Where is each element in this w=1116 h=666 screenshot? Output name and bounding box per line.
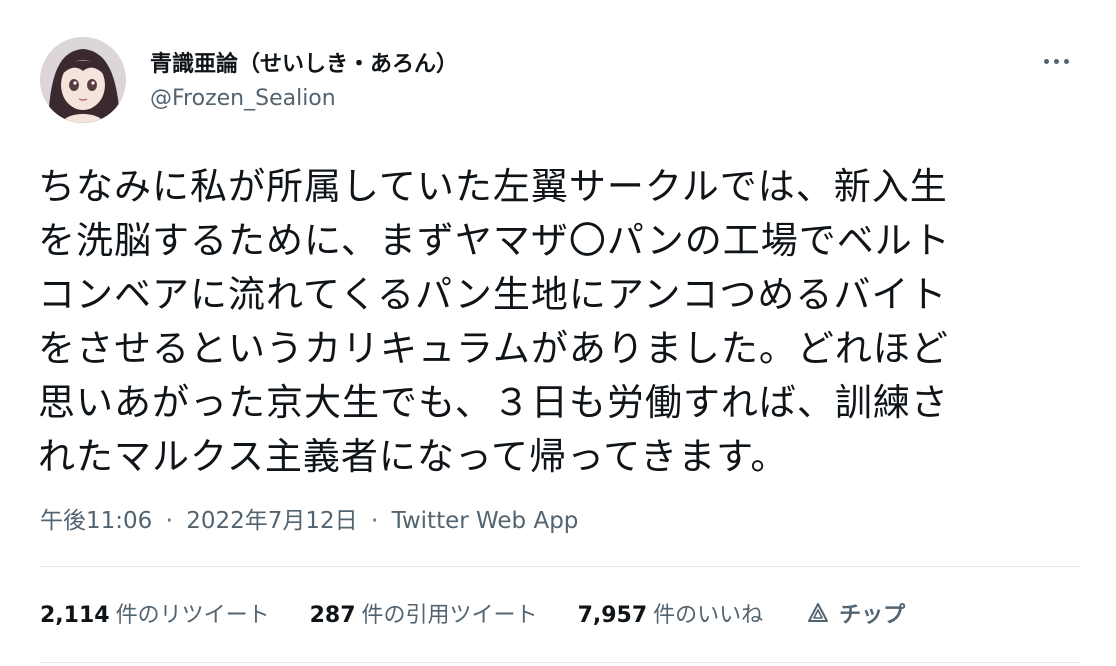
tweet-time[interactable]: 午後11:06 [40, 508, 152, 534]
quote-count-label: 件の引用ツイート [361, 603, 538, 628]
like-count-label: 件のいいね [653, 603, 764, 628]
user-handle[interactable]: @Frozen_Sealion [150, 86, 336, 111]
meta-separator: · [165, 508, 173, 534]
more-options-icon[interactable] [1044, 52, 1078, 70]
tweet-text-line: れたマルクス主義者になって帰ってきます。 [38, 435, 789, 478]
like-count-number: 7,957 [577, 603, 648, 628]
tip-icon [808, 603, 829, 622]
quote-count-number: 287 [309, 603, 356, 628]
avatar[interactable] [40, 37, 126, 123]
tweet-card: 青識亜論（せいしき・あろん） @Frozen_Sealion ちなみに私が所属し… [0, 0, 1116, 666]
tweet-source[interactable]: Twitter Web App [392, 508, 579, 534]
tweet-date[interactable]: 2022年7月12日 [186, 508, 357, 534]
tweet-text-line: コンベアに流れてくるパン生地にアンコつめるバイト [38, 273, 948, 316]
tweet-text-line: ちなみに私が所属していた左翼サークルでは、新入生 [38, 165, 948, 208]
tip-label: チップ [839, 603, 906, 628]
tip-button[interactable]: チップ [807, 597, 905, 629]
divider [40, 566, 1080, 567]
retweet-count-number: 2,114 [40, 603, 110, 628]
retweet-count[interactable]: 2,114 件のリツイート [40, 597, 270, 629]
display-name[interactable]: 青識亜論（せいしき・あろん） [150, 46, 458, 78]
tweet-text-line: 思いあがった京大生でも、３日も労働すれば、訓練さ [38, 381, 949, 424]
retweet-count-label: 件のリツイート [115, 603, 270, 628]
tweet-text-line: をさせるというカリキュラムがありました。どれほど [38, 327, 949, 370]
quote-count[interactable]: 287 件の引用ツイート [310, 597, 538, 629]
meta-separator: · [370, 508, 379, 534]
divider [40, 662, 1080, 663]
tweet-text: ちなみに私が所属していた左翼サークルでは、新入生 を洗脳するために、まずヤマザ〇… [38, 160, 1098, 484]
tweet-text-line: を洗脳するために、まずヤマザ〇パンの工場でベルト [38, 219, 951, 262]
engagement-stats: 2,114 件のリツイート 287 件の引用ツイート 7,957 件のいいね チップ [40, 596, 905, 630]
like-count[interactable]: 7,957 件のいいね [578, 597, 764, 629]
tweet-metadata: 午後11:06 · 2022年7月12日 · Twitter Web App [40, 501, 578, 535]
